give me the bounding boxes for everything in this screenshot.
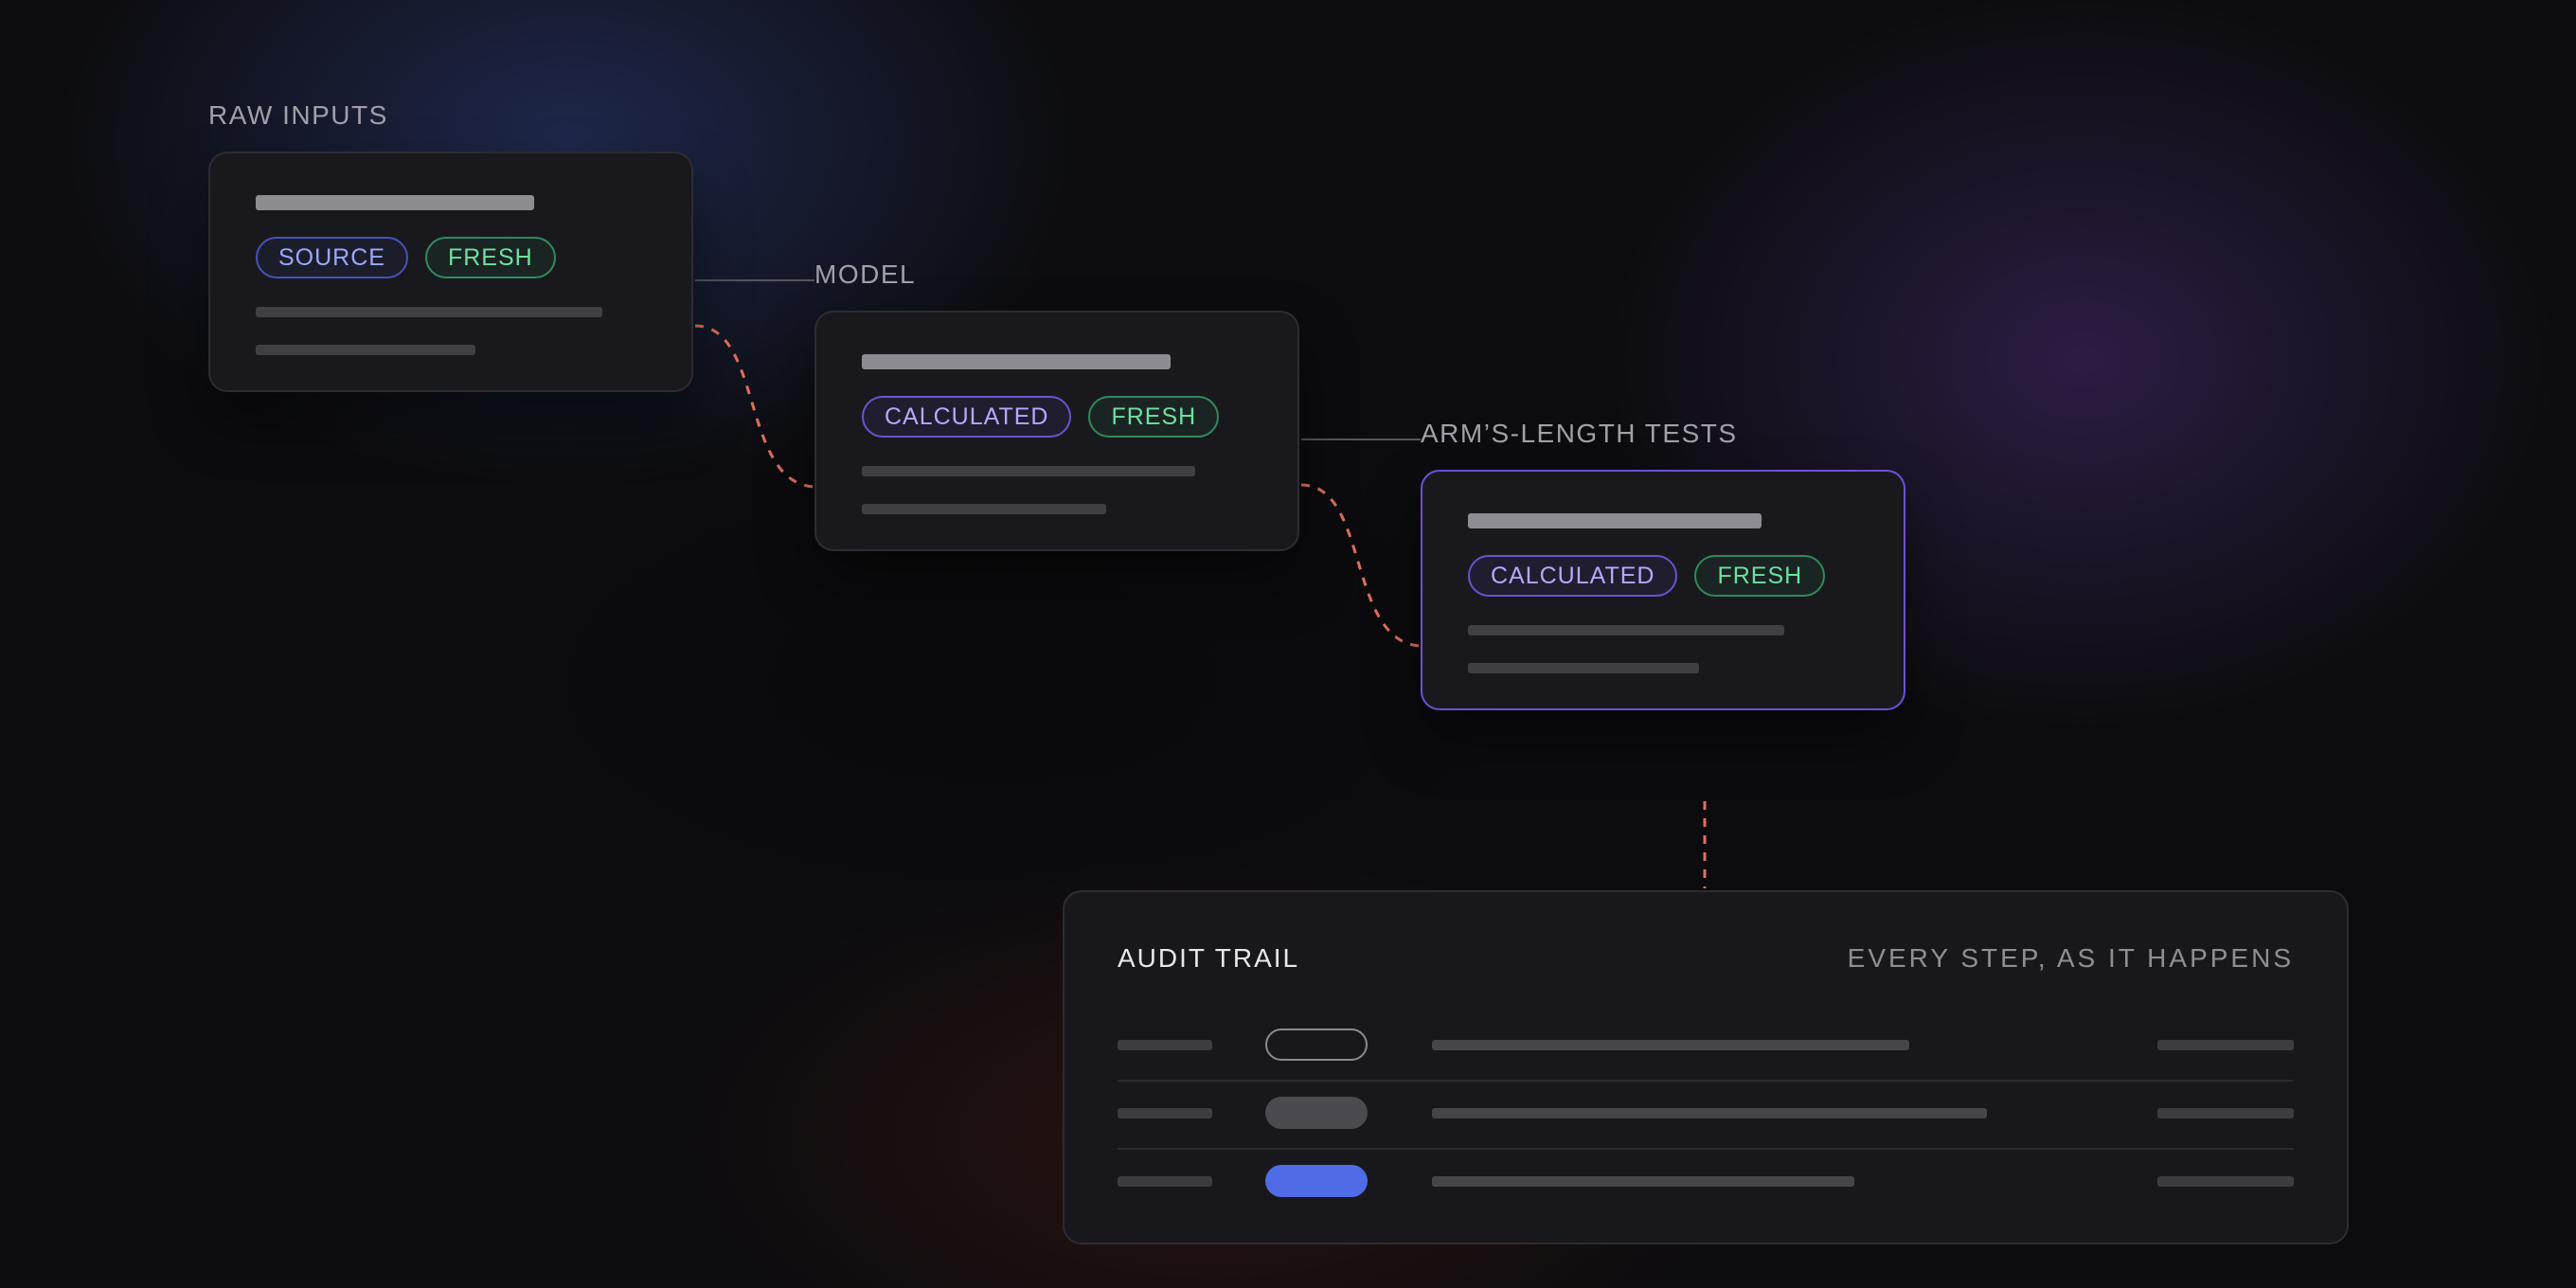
audit-row-timestamp-placeholder	[1118, 1040, 1212, 1050]
audit-row-meta-placeholder	[2157, 1176, 2294, 1187]
chip-fresh: FRESH	[1088, 396, 1220, 438]
audit-trail-panel: AUDIT TRAIL EVERY STEP, AS IT HAPPENS	[1063, 890, 2349, 1244]
audit-trail-title: AUDIT TRAIL	[1118, 943, 1300, 973]
stage-label-raw-inputs: RAW INPUTS	[208, 100, 388, 130]
chip-calculated: CALCULATED	[862, 396, 1072, 438]
audit-trail-subtitle: EVERY STEP, AS IT HAPPENS	[1847, 943, 2294, 973]
connector-raw-to-model	[694, 324, 815, 489]
connector-model-to-tests	[1300, 483, 1422, 648]
stage-label-arms-length-tests: ARM’S-LENGTH TESTS	[1421, 419, 1738, 448]
card-title-placeholder	[1468, 513, 1762, 528]
audit-row-status-pill-active	[1265, 1165, 1368, 1197]
audit-row-description-placeholder	[1432, 1040, 1909, 1050]
audit-row-description-placeholder	[1432, 1176, 1854, 1187]
audit-row[interactable]	[1118, 1011, 2294, 1082]
chip-group: CALCULATED FRESH	[862, 396, 1220, 438]
card-title-placeholder	[862, 354, 1171, 369]
stage-card-arms-length-tests[interactable]: CALCULATED FRESH	[1421, 470, 1905, 710]
card-title-placeholder	[256, 195, 534, 210]
card-text-placeholder	[1468, 625, 1784, 635]
audit-row[interactable]	[1118, 1148, 2294, 1216]
audit-row-status-pill	[1265, 1029, 1368, 1061]
audit-row-timestamp-placeholder	[1118, 1108, 1212, 1118]
audit-row-meta-placeholder	[2157, 1108, 2294, 1118]
chip-group: SOURCE FRESH	[256, 237, 556, 278]
audit-row-meta-placeholder	[2157, 1040, 2294, 1050]
chip-source: SOURCE	[256, 237, 408, 278]
chip-fresh: FRESH	[424, 237, 556, 278]
card-text-placeholder	[256, 345, 475, 355]
card-text-placeholder	[862, 504, 1106, 514]
card-text-placeholder	[862, 466, 1195, 476]
card-text-placeholder	[1468, 663, 1699, 673]
chip-fresh: FRESH	[1694, 555, 1826, 597]
stage-card-raw-inputs[interactable]: SOURCE FRESH	[208, 152, 693, 392]
audit-row-timestamp-placeholder	[1118, 1176, 1212, 1187]
audit-row[interactable]	[1118, 1080, 2294, 1150]
stage-label-model: MODEL	[814, 259, 917, 289]
audit-row-status-pill	[1265, 1097, 1368, 1129]
stage-card-model[interactable]: CALCULATED FRESH	[814, 311, 1299, 551]
chip-calculated: CALCULATED	[1468, 555, 1678, 597]
card-text-placeholder	[256, 307, 602, 317]
audit-row-description-placeholder	[1432, 1108, 1987, 1118]
chip-group: CALCULATED FRESH	[1468, 555, 1826, 597]
